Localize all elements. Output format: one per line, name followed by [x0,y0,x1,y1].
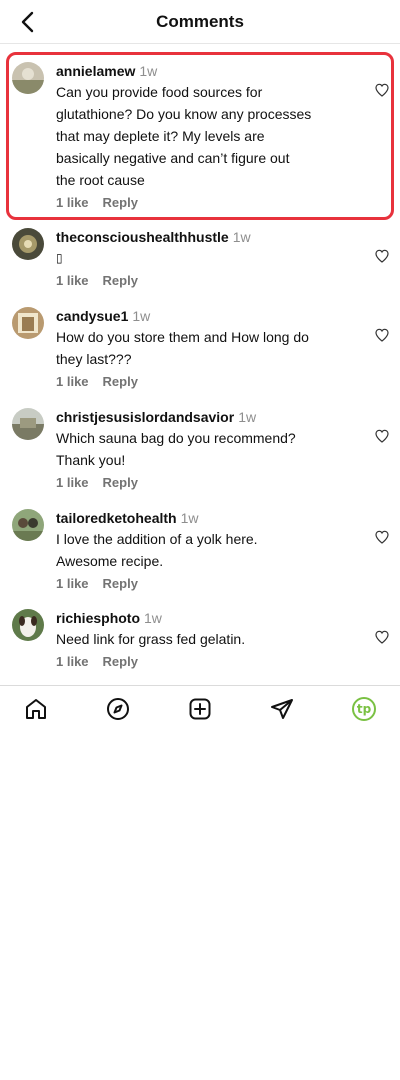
comment-username[interactable]: candysue1 [56,308,128,324]
like-count[interactable]: 1 like [56,374,89,389]
reply-button[interactable]: Reply [103,195,138,210]
heart-icon[interactable] [374,327,390,343]
comment-username[interactable]: richiesphoto [56,610,140,626]
reply-button[interactable]: Reply [103,654,138,669]
comment-time: 1w [238,409,257,425]
comment-text: I love the addition of a yolk here. Awes… [56,528,346,572]
comment-text: Need link for grass fed gelatin. [56,628,346,650]
comment-text-line: I love the addition of a yolk here. [56,531,258,547]
comment-time: 1w [139,63,158,79]
comment-text-line: How do you store them and How long do [56,329,309,345]
nav-create[interactable] [187,696,213,722]
like-count[interactable]: 1 like [56,273,89,288]
comment-text-line: ▯ [56,251,63,265]
reply-button[interactable]: Reply [103,475,138,490]
avatar[interactable] [12,228,44,260]
like-count[interactable]: 1 like [56,654,89,669]
comment-text-line: Need link for grass fed gelatin. [56,631,246,647]
comment-text: How do you store them and How long do th… [56,326,346,370]
heart-icon[interactable] [374,629,390,645]
comment-text-line: they last??? [56,351,132,367]
nav-home[interactable] [23,696,49,722]
comment-time: 1w [144,610,162,626]
home-icon [26,699,46,719]
comment-text: Can you provide food sources for glutath… [56,81,346,191]
plus-square-icon [189,698,211,720]
compass-icon [107,698,129,720]
heart-icon[interactable] [374,248,390,264]
avatar[interactable] [12,509,44,541]
comment-text: ▯ [56,247,346,269]
reply-button[interactable]: Reply [103,374,138,389]
comment-username[interactable]: christjesusislordandsavior [56,409,234,425]
heart-icon[interactable] [374,428,390,444]
like-count[interactable]: 1 like [56,576,89,591]
heart-icon[interactable] [374,82,390,98]
avatar[interactable] [12,307,44,339]
comment-username[interactable]: tailoredketohealth [56,510,177,526]
comment-text-line: that may deplete it? My levels are [56,128,265,144]
comment-text-line: Which sauna bag do you recommend? [56,430,296,446]
comment-username[interactable]: theconscioushealthhustle [56,229,229,245]
profile-avatar: tp [352,697,376,721]
reply-button[interactable]: Reply [103,576,138,591]
like-count[interactable]: 1 like [56,475,89,490]
reply-button[interactable]: Reply [103,273,138,288]
comment-text-line: glutathione? Do you know any processes [56,106,312,122]
like-count[interactable]: 1 like [56,195,89,210]
comment-text-line: Thank you! [56,452,126,468]
comment-text-line: the root cause [56,172,145,188]
nav-explore[interactable] [105,696,131,722]
avatar[interactable] [12,609,44,641]
page-title: Comments [156,12,244,31]
comment-time: 1w [232,229,251,245]
avatar[interactable] [12,408,44,440]
avatar[interactable] [12,62,44,94]
nav-profile[interactable]: tp [351,696,377,722]
header: Comments [0,0,400,44]
send-icon [271,699,293,719]
comment-username[interactable]: annielamew [56,63,135,79]
comment-text: Which sauna bag do you recommend? Thank … [56,427,346,471]
nav-messages[interactable] [269,696,295,722]
comment-time: 1w [132,308,151,324]
comment-text-line: Can you provide food sources for [56,84,263,100]
comment-time: 1w [180,510,199,526]
comment-text-line: Awesome recipe. [56,553,164,569]
heart-icon[interactable] [374,529,390,545]
comment-text-line: basically negative and can’t figure out [56,150,290,166]
bottom-nav: tp [0,686,400,732]
